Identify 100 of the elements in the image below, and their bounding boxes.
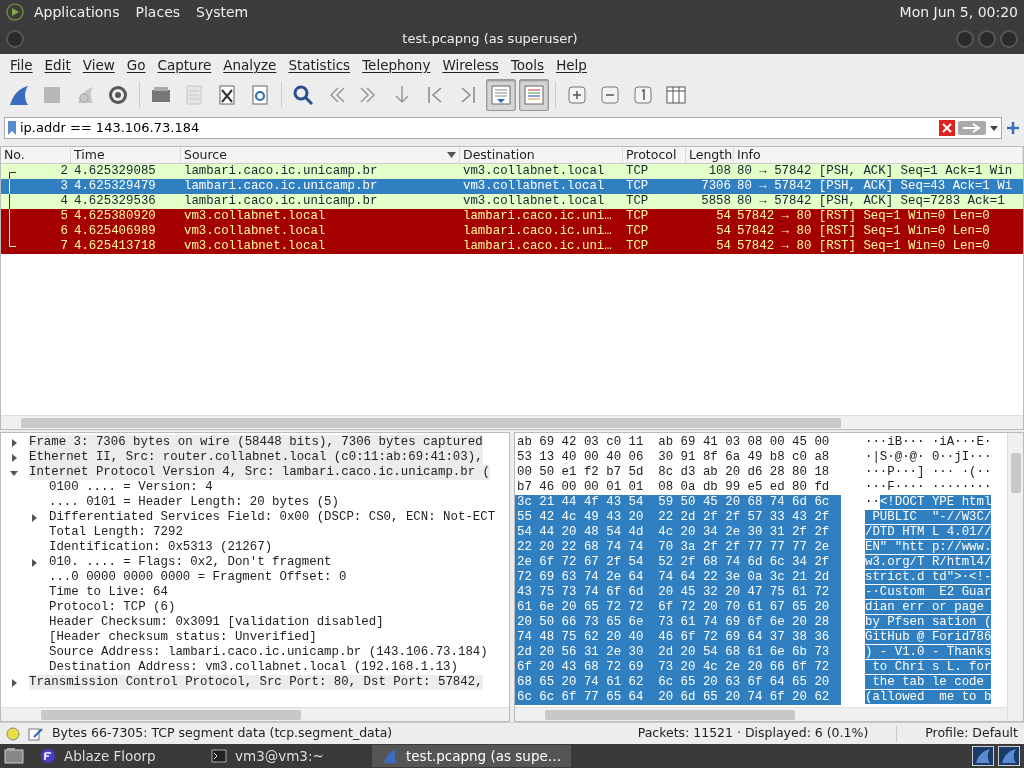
hex-bytes: 68 65 20 74 61 62 6c 65 20 63 6f 64 65 20 xyxy=(515,675,841,690)
hex-bytes: 20 50 66 73 65 6e 73 61 74 69 6f 6e 20 28 xyxy=(515,615,841,630)
menu-item[interactable]: File xyxy=(4,54,39,76)
status-text: Bytes 66-7305: TCP segment data (tcp.segment_data) xyxy=(52,724,394,743)
packet-row[interactable]: 4 4.625329536 lambari.caco.ic.unicamp.br vm3.collabnet.local TCP 5858 80 → 57842 [PSH, ACK] Seq=7283 Ack=1 xyxy=(1,194,1023,209)
bookmark-icon[interactable] xyxy=(7,120,17,136)
pencil-icon[interactable] xyxy=(28,726,44,741)
column-header[interactable]: Length xyxy=(686,147,734,163)
menu-item[interactable]: Wireless xyxy=(436,54,505,76)
hex-bytes: 2d 20 56 31 2e 30 2d 20 54 68 61 6e 6b 73 xyxy=(515,645,841,660)
hex-bytes: 43 75 73 74 6f 6d 20 45 32 20 47 75 61 72 xyxy=(515,585,841,600)
expander-icon[interactable] xyxy=(29,557,39,568)
table-cell-text: vm3.collabnet.local xyxy=(183,224,327,239)
packet-row[interactable]: 5 4.625380920 vm3.collabnet.local lambari.caco.ic.uni… TCP 54 57842 → 80 [RST] Seq=1 Win=0 Len=0 xyxy=(1,209,1023,224)
table-cell-text: 54 xyxy=(715,239,732,254)
autoscroll-icon xyxy=(489,83,513,107)
table-cell-text: vm3.collabnet.local xyxy=(183,239,327,254)
tree-item[interactable]: Differentiated Services Field: 0x00 (DSCP: CS0, ECN: Not-ECT xyxy=(49,510,496,525)
packet-row[interactable]: 3 4.625329479 lambari.caco.ic.unicamp.br vm3.collabnet.local TCP 7306 80 → 57842 [PSH, ACK] Seq=43 Ack=1 Wi xyxy=(1,179,1023,194)
table-cell-text: TCP xyxy=(625,194,650,209)
tree-item[interactable]: Total Length: 7292 xyxy=(49,525,183,540)
dropdown-icon[interactable] xyxy=(989,123,999,133)
window-menu-button[interactable] xyxy=(6,30,24,48)
panel-menu[interactable]: Applications xyxy=(28,1,126,23)
ascii-text: <!DOCT YPE html xyxy=(879,495,992,509)
table-cell-text: 80 → 57842 [PSH, ACK] Seq=7283 Ack=1 xyxy=(736,194,1006,209)
menu-item[interactable]: Telephony xyxy=(356,54,437,76)
tree-item[interactable]: Destination Address: vm3.collabnet.local (192.168.1.13) xyxy=(49,660,458,675)
tree-item[interactable]: 0100 .... = Version: 4 xyxy=(49,480,213,495)
menu-item[interactable]: Analyze xyxy=(217,54,283,76)
expander-icon[interactable] xyxy=(9,677,19,688)
workspace-icon[interactable] xyxy=(972,746,994,766)
hex-bytes: 54 44 20 48 54 4d 4c 20 34 2e 30 31 2f 2f xyxy=(515,525,841,540)
scrollbar[interactable] xyxy=(1,415,1023,429)
table-cell-text: lambari.caco.ic.uni… xyxy=(462,209,613,224)
minimize-button[interactable] xyxy=(956,30,974,48)
column-header[interactable]: Destination xyxy=(460,147,623,163)
logo-icon[interactable] xyxy=(6,3,24,21)
menu-item[interactable]: Go xyxy=(120,54,152,76)
column-header[interactable]: Source xyxy=(181,147,460,163)
panel-menu[interactable]: System xyxy=(190,1,255,23)
packet-row[interactable]: 7 4.625413718 vm3.collabnet.local lambari.caco.ic.uni… TCP 54 57842 → 80 [RST] Seq=1 Win=0 Len=0 xyxy=(1,239,1023,254)
tree-item[interactable]: Source Address: lambari.caco.ic.unicamp.br (143.106.73.184) xyxy=(49,645,488,660)
ascii-text: PUBLIC "-//W3C/ xyxy=(865,510,992,524)
panel-menu[interactable]: Places xyxy=(129,1,187,23)
close-button[interactable] xyxy=(1000,30,1018,48)
packet-count: Packets: 11521 · Displayed: 6 (0.1%) xyxy=(637,724,869,743)
menu-item[interactable]: Statistics xyxy=(282,54,357,76)
filter-input[interactable]: ip.addr == 143.106.73.184 xyxy=(20,118,936,138)
add-icon[interactable] xyxy=(1006,121,1020,135)
tree-item[interactable]: Identification: 0x5313 (21267) xyxy=(49,540,273,555)
status-dot-icon[interactable] xyxy=(6,726,20,741)
menu-item[interactable]: Capture xyxy=(151,54,218,76)
tree-item[interactable]: ...0 0000 0000 0000 = Fragment Offset: 0 xyxy=(49,570,347,585)
show-desktop-icon[interactable] xyxy=(4,747,24,765)
column-header[interactable]: No. xyxy=(1,147,71,163)
tree-item[interactable]: Internet Protocol Version 4, Src: lambari.caco.ic.unicamp.br ( xyxy=(29,465,490,480)
tree-item[interactable]: 010. .... = Flags: 0x2, Don't fragment xyxy=(49,555,332,570)
taskbar-button[interactable]: Ablaze Floorp xyxy=(30,745,195,767)
ascii-text: by Pfsen sation ( xyxy=(865,615,992,629)
search-icon xyxy=(291,83,315,107)
filter-bar[interactable]: ip.addr == 143.106.73.184 xyxy=(4,117,1002,139)
column-header[interactable]: Time xyxy=(71,147,181,163)
tree-item[interactable]: Protocol: TCP (6) xyxy=(49,600,176,615)
table-cell-text: TCP xyxy=(625,239,650,254)
tree-item[interactable]: Header Checksum: 0x3091 [validation disabled] xyxy=(49,615,384,630)
tree-item[interactable]: Time to Live: 64 xyxy=(49,585,168,600)
packet-row[interactable]: 2 4.625329085 lambari.caco.ic.unicamp.br vm3.collabnet.local TCP 108 80 → 57842 [PSH, ACK] Seq=1 Ack=1 Win xyxy=(1,164,1023,179)
ascii-text: ·|S·@·@· 0··jI··· xyxy=(865,450,992,464)
scrollbar[interactable] xyxy=(1,707,509,721)
menu-item[interactable]: Edit xyxy=(38,54,77,76)
column-header[interactable]: Info xyxy=(734,147,1023,163)
menu-item[interactable]: Help xyxy=(550,54,593,76)
tree-item[interactable]: Frame 3: 7306 bytes on wire (58448 bits), 7306 bytes captured xyxy=(29,435,483,450)
tree-item[interactable]: .... 0101 = Header Length: 20 bytes (5) xyxy=(49,495,339,510)
menu-item[interactable]: Tools xyxy=(504,54,551,76)
ascii-text: GitHub @ Forid786 xyxy=(865,630,992,644)
tree-item[interactable]: Ethernet II, Src: router.collabnet.local (c0:11:ab:69:41:03), xyxy=(29,450,483,465)
expander-icon[interactable] xyxy=(9,452,19,463)
scrollbar[interactable] xyxy=(1007,433,1023,721)
expander-icon[interactable] xyxy=(9,437,19,448)
column-header[interactable]: Protocol xyxy=(623,147,686,163)
colorize-button[interactable] xyxy=(519,79,549,111)
tree-item[interactable]: Transmission Control Protocol, Src Port: 80, Dst Port: 57842, xyxy=(29,675,483,690)
hex-bytes: 72 69 63 74 2e 64 74 64 22 3e 0a 3c 21 2d xyxy=(515,570,841,585)
profile-label[interactable]: Profile: Default xyxy=(925,724,1018,743)
clear-icon[interactable] xyxy=(939,120,955,136)
autoscroll-button[interactable] xyxy=(486,79,516,111)
workspace-icon[interactable] xyxy=(998,746,1020,766)
ascii-text: ···iB··· ·iA···E· xyxy=(865,435,992,449)
taskbar-button[interactable]: vm3@vm3:~ xyxy=(201,745,366,767)
expander-icon[interactable] xyxy=(29,512,39,523)
packet-row[interactable]: 6 4.625406989 vm3.collabnet.local lambari.caco.ic.uni… TCP 54 57842 → 80 [RST] Seq=1 Win=0 Len=0 xyxy=(1,224,1023,239)
scrollbar[interactable] xyxy=(515,707,1007,721)
taskbar-button[interactable]: test.pcapng (as supe… xyxy=(372,745,572,767)
table-cell-text: 54 xyxy=(715,224,732,239)
maximize-button[interactable] xyxy=(978,30,996,48)
menu-item[interactable]: View xyxy=(76,54,121,76)
ascii-text: w3.org/T R/html4/ xyxy=(865,555,992,569)
tree-item[interactable]: [Header checksum status: Unverified] xyxy=(49,630,317,645)
